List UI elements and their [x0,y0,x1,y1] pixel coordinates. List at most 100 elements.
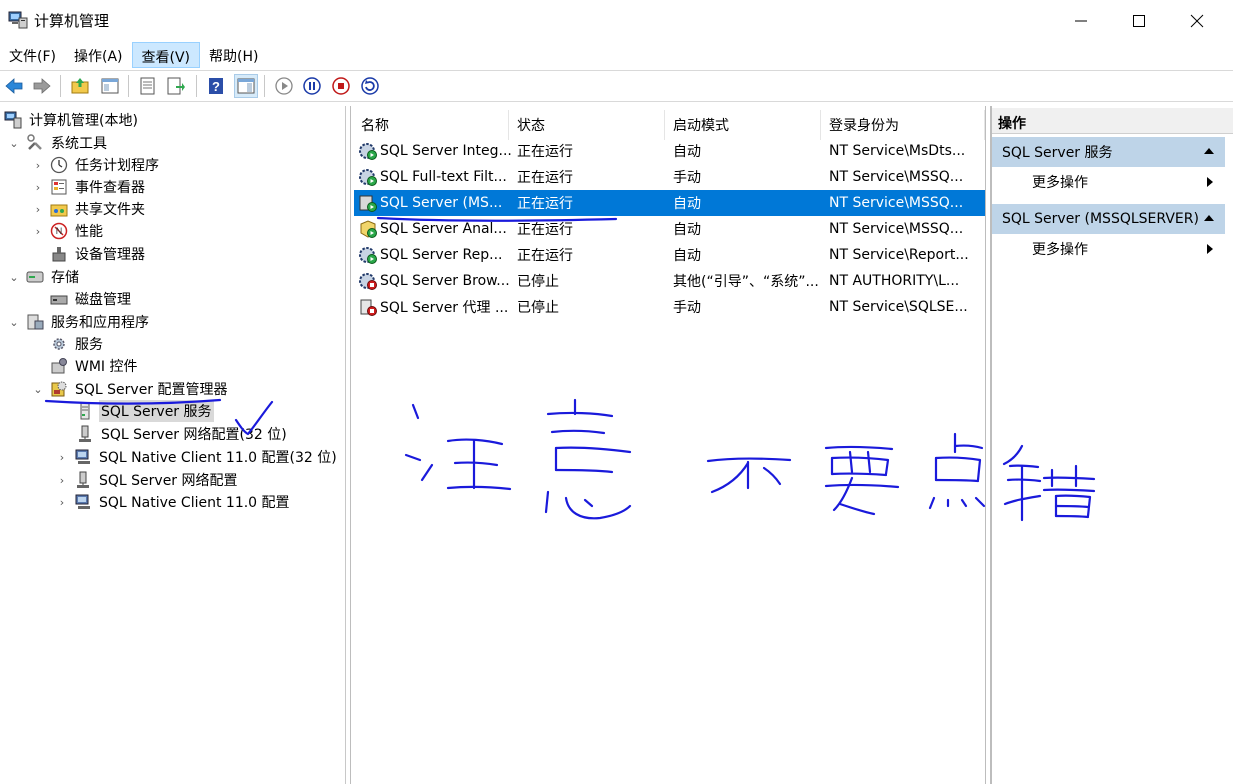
row-name: SQL Server (MS... [380,195,503,211]
network-config-icon [74,471,92,489]
tree-item-wmi[interactable]: WMI 控件 [50,355,140,377]
tree-item-services[interactable]: 服务 [50,333,105,355]
service-running-icon [358,167,378,187]
tree-item-shared-folders[interactable]: › 共享文件夹 [32,198,147,220]
chevron-right-icon[interactable]: › [56,474,68,487]
export-list-icon[interactable] [164,74,188,98]
tree-item-storage[interactable]: ⌄ 存储 [8,266,81,288]
table-row[interactable]: SQL Server Rep... 正在运行 自动 NT Service\Rep… [354,242,985,268]
service-running-icon [358,141,378,161]
show-action-pane-icon[interactable] [234,74,258,98]
toolbar-separator [60,75,61,97]
maximize-button[interactable] [1110,0,1168,42]
table-row[interactable]: SQL Full-text Filt... 正在运行 手动 NT Service… [354,164,985,190]
restart-service-icon[interactable] [358,74,382,98]
menu-action[interactable]: 操作(A) [65,42,132,68]
table-row[interactable]: SQL Server Integ... 正在运行 自动 NT Service\M… [354,138,985,164]
start-service-icon[interactable] [272,74,296,98]
back-icon[interactable] [2,74,26,98]
collapse-up-icon[interactable] [1203,145,1215,157]
row-mode: 自动 [673,222,701,238]
chevron-right-icon[interactable]: › [56,496,68,509]
tree-item-sql-services[interactable]: SQL Server 服务 [76,400,214,422]
tree-item-label: 服务 [75,337,103,353]
row-name: SQL Server Brow... [380,273,510,289]
tree-item-task-scheduler[interactable]: › 任务计划程序 [32,154,161,176]
chevron-down-icon[interactable]: ⌄ [32,383,44,396]
up-folder-icon[interactable] [68,74,92,98]
row-name: SQL Server 代理 ... [380,300,509,316]
menu-view[interactable]: 查看(V) [131,42,201,68]
column-header-state[interactable]: 状态 [509,110,665,140]
stop-service-icon[interactable] [329,74,353,98]
actions-section-mssqlserver[interactable]: SQL Server (MSSQLSERVER) [992,204,1225,234]
tree-item-device-manager[interactable]: 设备管理器 [50,243,147,265]
tree-item-label: WMI 控件 [75,359,138,375]
table-row[interactable]: SQL Server 代理 ... 已停止 手动 NT Service\SQLS… [354,294,985,320]
column-header-name[interactable]: 名称 [353,110,509,140]
menu-help[interactable]: 帮助(H) [200,42,267,68]
chevron-right-icon[interactable]: › [32,203,44,216]
help-icon[interactable]: ? [204,74,228,98]
tree-item-label: 设备管理器 [75,247,145,263]
column-header-start-mode[interactable]: 启动模式 [665,110,821,140]
sql-server-running-icon [358,193,378,213]
menu-file[interactable]: 文件(F) [0,42,65,68]
service-running-icon [358,245,378,265]
row-state: 正在运行 [517,170,573,186]
actions-section-sql-services[interactable]: SQL Server 服务 [992,137,1225,167]
tree-item-sql-config-manager[interactable]: ⌄ SQL Server 配置管理器 [32,378,230,400]
row-name: SQL Server Integ... [380,143,512,159]
window-title: 计算机管理 [34,12,110,30]
section-label: SQL Server (MSSQLSERVER) [1002,211,1199,227]
more-actions-1[interactable]: 更多操作 [992,168,1225,196]
event-viewer-icon [50,178,68,196]
chevron-right-icon[interactable]: › [32,159,44,172]
client-config-icon [74,493,92,511]
chevron-down-icon[interactable]: ⌄ [8,316,20,329]
tools-icon [26,134,44,152]
chevron-right-icon[interactable]: › [56,451,68,464]
tree-item-label: 事件查看器 [75,180,145,196]
row-state: 正在运行 [517,222,573,238]
row-name: SQL Full-text Filt... [380,169,507,185]
tree-item-services-apps[interactable]: ⌄ 服务和应用程序 [8,311,151,333]
chevron-down-icon[interactable]: ⌄ [8,271,20,284]
console-tree-icon[interactable] [98,74,122,98]
tree-item-disk-management[interactable]: 磁盘管理 [50,288,133,310]
row-state: 正在运行 [517,196,573,212]
tree-item-sql-network[interactable]: › SQL Server 网络配置 [56,469,240,491]
chevron-right-icon[interactable]: › [32,181,44,194]
minimize-button[interactable] [1052,0,1110,42]
tree-item-root[interactable]: 计算机管理(本地) [4,109,140,131]
analysis-services-icon [358,219,378,239]
chevron-right-icon[interactable]: › [32,225,44,238]
close-button[interactable] [1168,0,1226,42]
toolbar-separator [196,75,197,97]
tree-item-sql-network-32[interactable]: SQL Server 网络配置(32 位) [76,423,289,445]
server-icon [76,402,94,420]
tree-item-label: 存储 [51,270,79,286]
table-row-selected[interactable]: SQL Server (MS... 正在运行 自动 NT Service\MSS… [354,190,985,216]
clock-icon [50,156,68,174]
pause-service-icon[interactable] [300,74,324,98]
forward-icon[interactable] [30,74,54,98]
column-header-logon[interactable]: 登录身份为 [821,110,985,140]
more-actions-2[interactable]: 更多操作 [992,235,1225,263]
tree-item-label: SQL Native Client 11.0 配置 [99,495,290,511]
disk-icon [50,290,68,308]
table-row[interactable]: SQL Server Brow... 已停止 其他(“引导”、“系统”... N… [354,268,985,294]
wmi-icon [50,357,68,375]
tree-item-performance[interactable]: › N 性能 [32,220,105,242]
svg-text:N: N [56,226,63,236]
properties-icon[interactable] [136,74,160,98]
tree-item-native-client-32[interactable]: › SQL Native Client 11.0 配置(32 位) [56,446,339,468]
chevron-down-icon[interactable]: ⌄ [8,137,20,150]
tree-item-event-viewer[interactable]: › 事件查看器 [32,176,147,198]
tree-item-label: 计算机管理(本地) [29,113,138,129]
row-logon: NT Service\Report... [829,247,969,263]
tree-item-native-client[interactable]: › SQL Native Client 11.0 配置 [56,491,292,513]
collapse-up-icon[interactable] [1203,212,1215,224]
table-row[interactable]: SQL Server Anal... 正在运行 自动 NT Service\MS… [354,216,985,242]
tree-item-system-tools[interactable]: ⌄ 系统工具 [8,132,109,154]
